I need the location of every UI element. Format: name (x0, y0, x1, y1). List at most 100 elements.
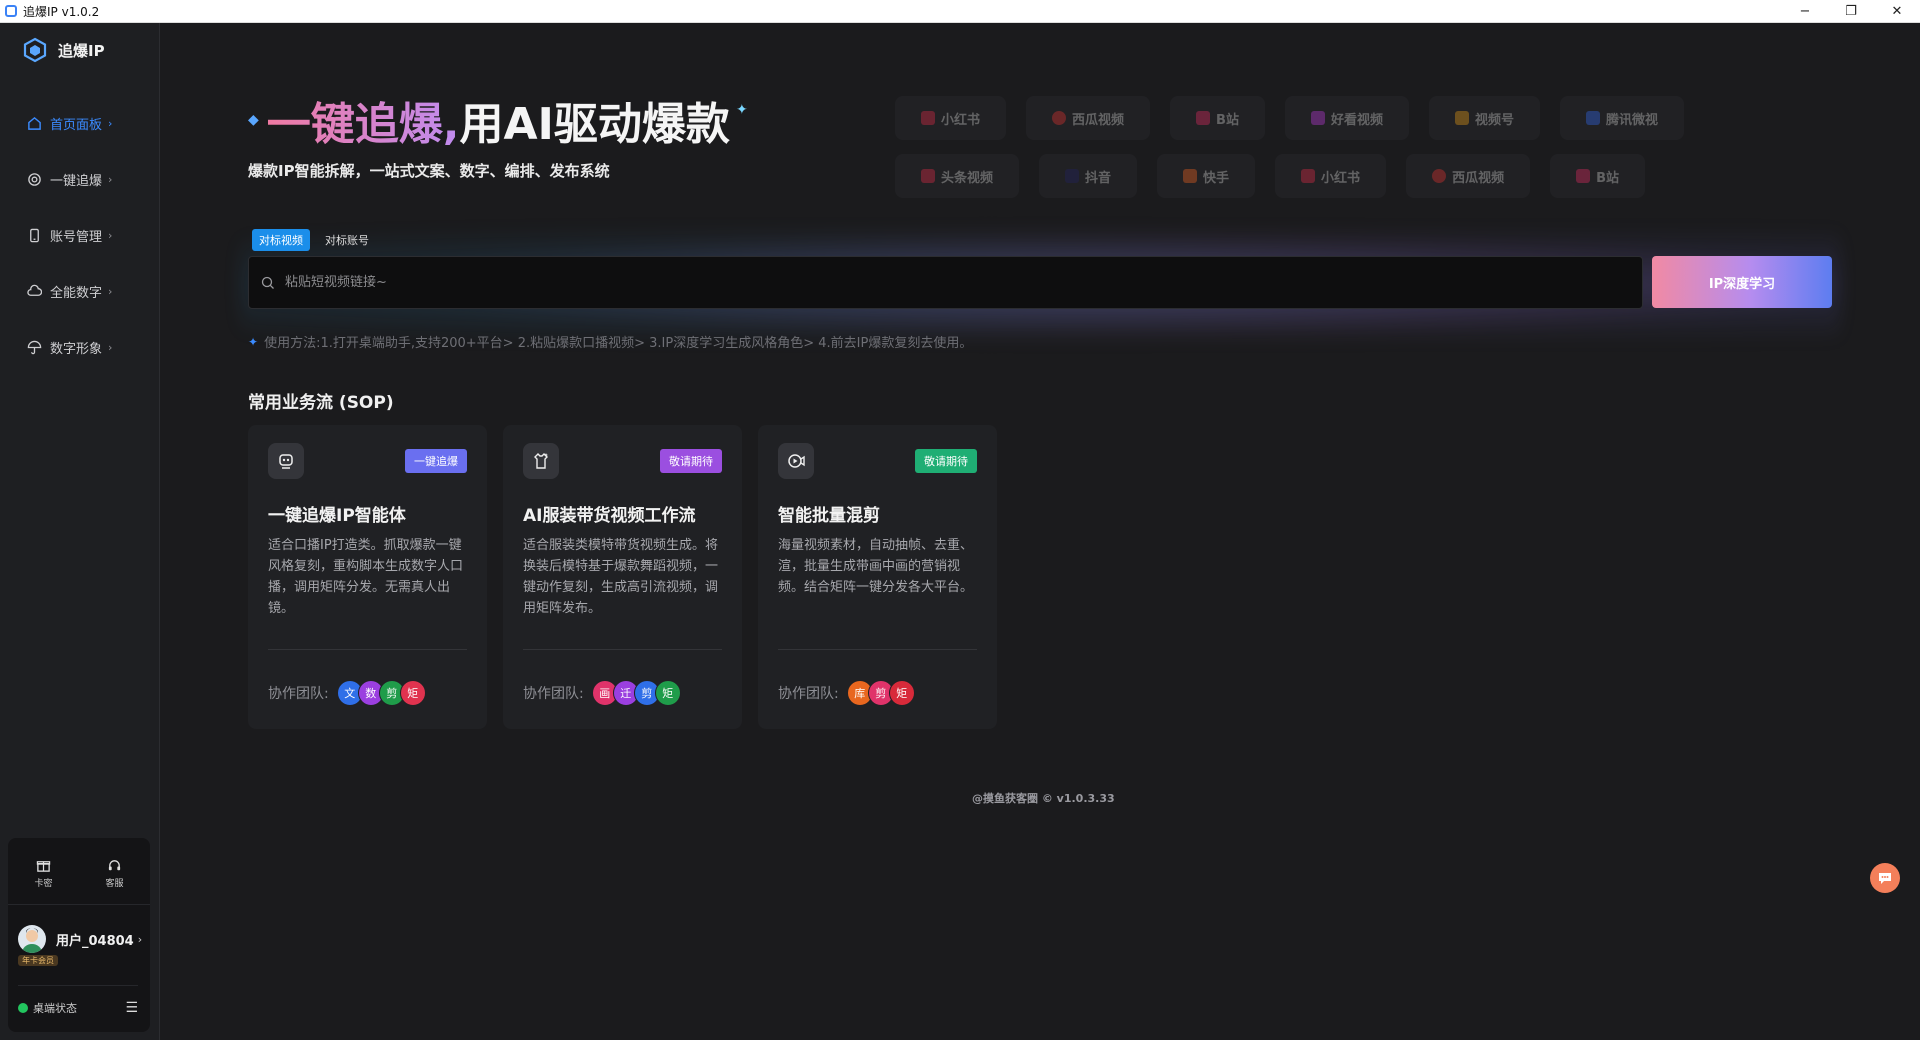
minimize-button[interactable]: − (1782, 0, 1828, 22)
sidebar-item-avatar[interactable]: 数字形象 › (0, 319, 159, 375)
video-link-input[interactable] (283, 274, 1642, 291)
username: 用户_04804 (56, 933, 134, 949)
home-icon (26, 115, 42, 131)
platform-label: 抖音 (1085, 170, 1112, 186)
user-panel-actions: 卡密 客服 (8, 838, 150, 905)
card-key-button[interactable]: 卡密 (34, 858, 53, 904)
card-team: 协作团队: 画 迁 剪 矩 (523, 680, 681, 706)
search-icon (261, 276, 274, 289)
sop-card[interactable]: 敬请期待 智能批量混剪 海量视频素材，自动抽帧、去重、渲，批量生成带画中画的营销… (758, 425, 997, 729)
xigua-icon (1052, 111, 1067, 125)
target-icon (26, 171, 42, 187)
umbrella-icon (26, 339, 42, 355)
chevron-right-icon: › (108, 228, 113, 242)
card-tag: 敬请期待 (915, 449, 977, 473)
card-title: 智能批量混剪 (778, 506, 880, 526)
platform-pill: 头条视频 (895, 154, 1020, 198)
card-description: 适合服装类模特带货视频生成。将换装后模特基于爆款舞蹈视频，一键动作复刻，生成高引… (523, 538, 719, 616)
platform-pill: 腾讯微视 (1559, 96, 1684, 140)
search-box (248, 256, 1643, 309)
restore-button[interactable]: ❐ (1828, 0, 1874, 22)
card-team: 协作团队: 库 剪 矩 (778, 680, 915, 706)
chevron-right-icon: › (137, 932, 143, 946)
platform-label: 快手 (1203, 170, 1230, 186)
video-camera-icon (778, 443, 814, 479)
logo[interactable]: 追爆IP (22, 37, 105, 63)
sidebar-item-label: 数字形象 (50, 341, 103, 357)
bilibili-icon (1196, 111, 1211, 125)
window-title: 追爆IP v1.0.2 (23, 4, 100, 19)
sparkle-icon: ✦ (248, 334, 259, 349)
headline-rest: 用AI驱动爆款 (459, 99, 730, 150)
user-profile[interactable]: 用户_04804 › 年卡会员 (8, 905, 150, 966)
sidebar-item-home[interactable]: 首页面板 › (0, 95, 159, 151)
sidebar-item-label: 账号管理 (50, 229, 103, 245)
platform-pill: 小红书 (895, 96, 1007, 140)
sop-card[interactable]: 敬请期待 AI服装带货视频工作流 适合服装类模特带货视频生成。将换装后模特基于爆… (503, 425, 742, 729)
platform-label: 好看视频 (1330, 112, 1383, 128)
card-key-label: 卡密 (34, 879, 53, 889)
usage-hint: ✦ 使用方法:1.打开桌端助手,支持200+平台> 2.粘贴爆款口播视频> 3.… (248, 332, 973, 352)
platform-label: 头条视频 (941, 170, 994, 186)
chevron-right-icon: › (108, 284, 113, 298)
sparkle-icon: ✦ (735, 102, 748, 118)
menu-icon[interactable]: ☰ (125, 1000, 138, 1016)
team-label: 协作团队: (268, 686, 329, 702)
platform-pill: B站 (1170, 96, 1265, 140)
sidebar-item-accounts[interactable]: 账号管理 › (0, 207, 159, 263)
platform-label: 西瓜视频 (1072, 112, 1125, 128)
usage-text: 使用方法:1.打开桌端助手,支持200+平台> 2.粘贴爆款口播视频> 3.IP… (264, 336, 973, 351)
logo-text: 追爆IP (58, 41, 105, 60)
chat-button[interactable] (1870, 863, 1900, 893)
status-label: 桌端状态 (33, 1002, 77, 1015)
team-avatar: 矩 (654, 680, 681, 706)
sidebar-item-label: 一键追爆 (50, 173, 103, 189)
user-panel: 卡密 客服 用户_04804 › 年卡会员 桌端状态 ☰ (8, 838, 150, 1032)
platform-row: 头条视频 抖音 快手 小红书 西瓜视频 B站 (895, 154, 1835, 198)
platform-label: 小红书 (1321, 170, 1361, 186)
team-avatar: 矩 (399, 680, 426, 706)
platform-pill: 西瓜视频 (1406, 154, 1531, 198)
weishi-icon (1585, 111, 1600, 125)
robot-icon (268, 443, 304, 479)
window-titlebar: 追爆IP v1.0.2 − ❐ ✕ (0, 0, 1920, 23)
vip-badge: 年卡会员 (18, 955, 58, 966)
kuaishou-icon (1183, 169, 1198, 183)
platform-label: B站 (1596, 170, 1619, 186)
hero-headline: ◆ 一键追爆, 用AI驱动爆款 ✦ (248, 88, 748, 152)
hero-subtitle: 爆款IP智能拆解，一站式文案、数字、编排、发布系统 (248, 162, 610, 180)
platform-row: 小红书 西瓜视频 B站 好看视频 视频号 腾讯微视 (895, 96, 1835, 140)
divider (523, 649, 722, 650)
platform-pill: B站 (1550, 154, 1645, 198)
platform-pill: 小红书 (1275, 154, 1387, 198)
tab-benchmark-account[interactable]: 对标账号 (318, 229, 376, 251)
card-description: 海量视频素材，自动抽帧、去重、渲，批量生成带画中画的营销视频。结合矩阵一键分发各… (778, 538, 974, 595)
sidebar-item-label: 全能数字 (50, 285, 103, 301)
platform-label: B站 (1216, 112, 1239, 128)
sidebar-item-digital[interactable]: 全能数字 › (0, 263, 159, 319)
customer-service-button[interactable]: 客服 (105, 858, 124, 904)
platform-marquee: 小红书 西瓜视频 B站 好看视频 视频号 腾讯微视 头条视频 抖音 快手 小红书… (895, 96, 1835, 206)
close-button[interactable]: ✕ (1874, 0, 1920, 22)
avatar (18, 925, 46, 953)
sidebar-item-one-click[interactable]: 一键追爆 › (0, 151, 159, 207)
platform-label: 西瓜视频 (1452, 170, 1505, 186)
tag-icon: ◆ (248, 112, 259, 128)
logo-icon (23, 37, 47, 63)
desktop-status: 桌端状态 ☰ (18, 985, 138, 1016)
customer-service-label: 客服 (105, 879, 124, 889)
team-label: 协作团队: (523, 686, 584, 702)
sop-card[interactable]: 一键追爆 一键追爆IP智能体 适合口播IP打造类。抓取爆款一键风格复刻，重构脚本… (248, 425, 487, 729)
divider (268, 649, 467, 650)
team-avatars: 库 剪 矩 (846, 680, 915, 706)
chevron-right-icon: › (108, 116, 113, 130)
tab-benchmark-video[interactable]: 对标视频 (252, 229, 310, 251)
bilibili-icon (1576, 169, 1591, 183)
card-tag: 一键追爆 (405, 449, 467, 473)
douyin-icon (1065, 169, 1080, 183)
ip-deep-learn-button[interactable]: IP深度学习 (1652, 256, 1832, 308)
app-icon (5, 5, 17, 17)
chat-bubble-icon (1879, 873, 1891, 884)
channels-icon (1454, 111, 1469, 125)
toutiao-icon (921, 169, 935, 183)
